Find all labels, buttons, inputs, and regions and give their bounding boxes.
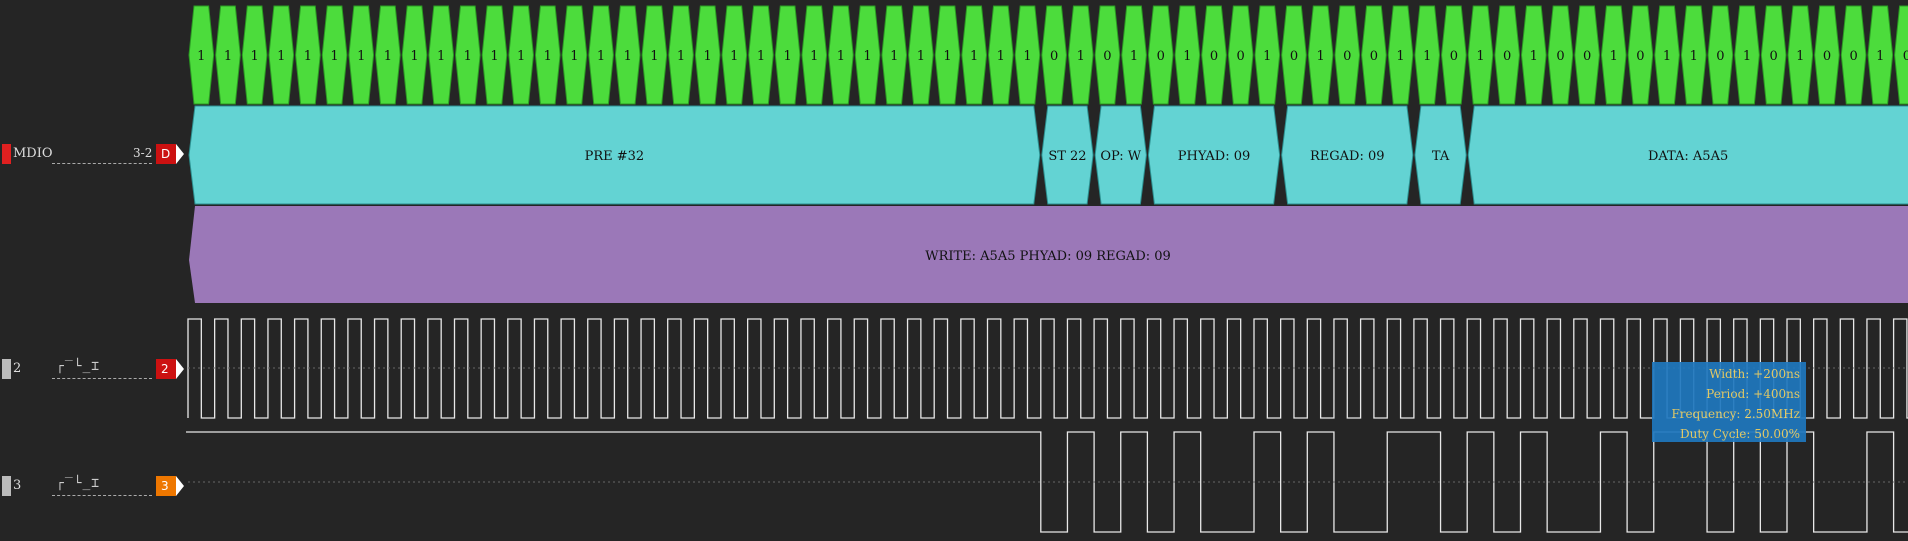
bit-value: 0 [1770, 49, 1778, 64]
bit-value: 1 [1796, 49, 1804, 64]
field-decode-row: PRE #32 ST 22 OP: W PHYAD: 09 REGAD: 09 TA DAT… [188, 105, 1908, 205]
bit-value: 1 [570, 49, 578, 64]
decode-field-label: REGAD: 09 [1310, 149, 1385, 164]
bit-value: 1 [1876, 49, 1884, 64]
bit-value: 0 [1583, 49, 1591, 64]
channel-3-trace [186, 431, 1908, 533]
bit-value: 1 [704, 49, 712, 64]
bit-value: 1 [224, 49, 232, 64]
bit-value: 1 [730, 49, 738, 64]
bit-value: 1 [197, 49, 205, 64]
bit-value: 1 [943, 49, 951, 64]
bit-value: 1 [1183, 49, 1191, 64]
bit-value: 1 [490, 49, 498, 64]
bit-value: 1 [1396, 49, 1404, 64]
bit-value: 0 [1157, 49, 1165, 64]
bit-value: 1 [890, 49, 898, 64]
bit-value: 1 [1023, 49, 1031, 64]
bit-decode-row: 1 1 1 1 1 1 1 1 1 1 1 1 1 1 1 1 1 1 1 1 1 1 1 1 1 1 1 1 1 1 1 1 0 1 0 1 0 1 0 0… [188, 5, 1908, 105]
decode-field-label: DATA: A5A5 [1648, 149, 1728, 164]
bit-value: 1 [464, 49, 472, 64]
bit-value: 0 [1370, 49, 1378, 64]
clock-trace [187, 318, 1908, 419]
bit-value: 1 [250, 49, 258, 64]
decode-field-label: ST 22 [1048, 149, 1086, 164]
bit-value: 1 [1530, 49, 1538, 64]
decode-field-label: PRE #32 [585, 149, 645, 164]
bit-value: 1 [970, 49, 978, 64]
bit-value: 1 [384, 49, 392, 64]
bit-value: 1 [410, 49, 418, 64]
bit-value: 1 [597, 49, 605, 64]
measure-frequency: Frequency: 2.50MHz [1671, 407, 1800, 421]
bit-value: 1 [677, 49, 685, 64]
bit-value: 0 [1237, 49, 1245, 64]
bit-value: 0 [1556, 49, 1564, 64]
decode-field-label: OP: W [1100, 149, 1141, 164]
bit-value: 0 [1290, 49, 1298, 64]
bit-value: 0 [1849, 49, 1857, 64]
waveform-canvas[interactable]: 1 1 1 1 1 1 1 1 1 1 1 1 1 1 1 1 1 1 1 1 1 1 1 1 1 1 1 1 1 1 1 1 0 1 0 1 0 1 0 0… [0, 0, 1908, 541]
bit-value: 1 [1316, 49, 1324, 64]
bit-value: 1 [1743, 49, 1751, 64]
bit-value: 0 [1050, 49, 1058, 64]
bit-value: 1 [1077, 49, 1085, 64]
bit-value: 0 [1903, 49, 1908, 64]
bit-value: 1 [1476, 49, 1484, 64]
logic-analyzer-view: MDIO 3-2 D 2 ┌‾└_⌶ 2 3 ┌‾└_⌶ 3 111111111… [0, 0, 1908, 541]
bit-value: 1 [650, 49, 658, 64]
bit-value: 0 [1716, 49, 1724, 64]
bit-value: 1 [1690, 49, 1698, 64]
bit-value: 1 [837, 49, 845, 64]
bit-value: 1 [1130, 49, 1138, 64]
bit-value: 1 [997, 49, 1005, 64]
bit-value: 1 [917, 49, 925, 64]
bit-value: 1 [437, 49, 445, 64]
bit-value: 0 [1343, 49, 1351, 64]
measurement-tooltip: Width: +200ns Period: +400ns Frequency: … [1652, 362, 1806, 442]
bit-value: 0 [1450, 49, 1458, 64]
bit-value: 0 [1636, 49, 1644, 64]
bit-value: 0 [1503, 49, 1511, 64]
bit-value: 1 [757, 49, 765, 64]
bit-value: 1 [544, 49, 552, 64]
bit-value: 1 [304, 49, 312, 64]
summary-decode-row: WRITE: A5A5 PHYAD: 09 REGAD: 09 [189, 206, 1908, 303]
bit-value: 0 [1210, 49, 1218, 64]
measure-period: Period: +400ns [1706, 387, 1800, 401]
bit-value: 1 [1663, 49, 1671, 64]
measure-width: Width: +200ns [1709, 367, 1800, 381]
summary-text: WRITE: A5A5 PHYAD: 09 REGAD: 09 [925, 249, 1171, 264]
bit-value: 0 [1823, 49, 1831, 64]
bit-value: 0 [1103, 49, 1111, 64]
bit-value: 1 [517, 49, 525, 64]
bit-value: 1 [357, 49, 365, 64]
bit-value: 1 [863, 49, 871, 64]
bit-value: 1 [1610, 49, 1618, 64]
bit-value: 1 [624, 49, 632, 64]
decode-field-label: PHYAD: 09 [1178, 149, 1251, 164]
bit-value: 1 [330, 49, 338, 64]
bit-value: 1 [277, 49, 285, 64]
decode-field-label: TA [1432, 149, 1450, 164]
measure-duty: Duty Cycle: 50.00% [1680, 427, 1800, 441]
bit-value: 1 [810, 49, 818, 64]
bit-value: 1 [1263, 49, 1271, 64]
bit-value: 1 [1423, 49, 1431, 64]
bit-value: 1 [783, 49, 791, 64]
